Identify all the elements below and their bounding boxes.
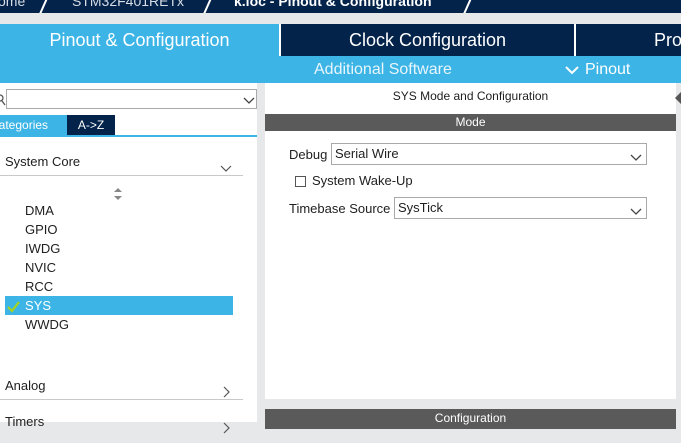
category-label: System Core bbox=[5, 154, 81, 169]
chevron-right-icon bbox=[220, 417, 232, 434]
component-list-panel: Categories A->Z System Core DMA GPIO IWD… bbox=[0, 83, 257, 434]
sort-icon[interactable] bbox=[114, 187, 122, 200]
chevron-down-icon bbox=[630, 149, 642, 161]
system-wakeup-label: System Wake-Up bbox=[312, 173, 413, 188]
category-label: Timers bbox=[5, 414, 45, 429]
sub-navigation: Additional Software Pinout bbox=[0, 56, 681, 83]
additional-software-link[interactable]: Additional Software bbox=[314, 56, 452, 83]
list-item-wwdg[interactable]: WWDG bbox=[5, 315, 233, 334]
list-item-sys[interactable]: SYS bbox=[5, 296, 233, 315]
categories-view-tab[interactable]: Categories bbox=[0, 115, 67, 135]
pinout-menu-label: Pinout bbox=[585, 61, 631, 78]
search-box bbox=[0, 89, 257, 109]
debug-label: Debug bbox=[289, 147, 328, 162]
a-z-view-tab[interactable]: A->Z bbox=[67, 115, 115, 135]
main-tabs: Pinout & Configuration Clock Configurati… bbox=[0, 24, 681, 56]
panel-title: SYS Mode and Configuration bbox=[392, 89, 549, 103]
tab-clock-configuration[interactable]: Clock Configuration bbox=[281, 24, 574, 56]
tab-project-manager[interactable]: Pro bbox=[576, 24, 681, 56]
timebase-select-value: SysTick bbox=[398, 200, 444, 215]
breadcrumb-separator-icon bbox=[462, 0, 474, 13]
category-analog[interactable]: Analog bbox=[0, 373, 243, 399]
search-input[interactable] bbox=[6, 89, 257, 109]
list-item-gpio[interactable]: GPIO bbox=[5, 220, 233, 239]
mode-section-header: Mode bbox=[265, 114, 676, 131]
category-timers[interactable]: Timers bbox=[0, 409, 243, 435]
chevron-right-icon bbox=[220, 381, 232, 398]
timebase-source-label: Timebase Source bbox=[289, 201, 391, 216]
tab-pinout-configuration[interactable]: Pinout & Configuration bbox=[0, 24, 279, 56]
breadcrumb-item-device[interactable]: STM32F401RETx bbox=[72, 0, 184, 9]
system-wakeup-checkbox[interactable] bbox=[295, 176, 306, 187]
check-icon bbox=[7, 299, 20, 313]
debug-select[interactable]: Serial Wire bbox=[331, 143, 647, 165]
panel-splitter[interactable] bbox=[257, 83, 265, 422]
mode-configuration-panel: SYS Mode and Configuration Mode Debug Se… bbox=[265, 83, 676, 399]
breadcrumb-separator-icon bbox=[38, 0, 50, 13]
category-label: Analog bbox=[5, 378, 46, 393]
list-item-iwdg[interactable]: IWDG bbox=[5, 239, 233, 258]
category-system-core[interactable]: System Core bbox=[0, 149, 243, 175]
breadcrumb-item-current[interactable]: k.ioc - Pinout & Configuration bbox=[234, 0, 432, 9]
chevron-down-icon bbox=[565, 66, 579, 75]
chevron-down-icon bbox=[220, 157, 232, 172]
scroll-up-arrow-icon[interactable] bbox=[675, 90, 681, 110]
divider bbox=[0, 175, 243, 176]
debug-select-value: Serial Wire bbox=[335, 146, 399, 161]
breadcrumb: ome STM32F401RETx k.ioc - Pinout & Confi… bbox=[0, 0, 681, 13]
breadcrumb-separator-icon bbox=[202, 0, 214, 13]
list-item-rcc[interactable]: RCC bbox=[5, 277, 233, 296]
list-item-dma[interactable]: DMA bbox=[5, 201, 233, 220]
list-item-nvic[interactable]: NVIC bbox=[5, 258, 233, 277]
timebase-source-select[interactable]: SysTick bbox=[394, 197, 647, 219]
view-tabs-underline bbox=[0, 135, 257, 137]
configuration-section-header: Configuration bbox=[265, 409, 676, 429]
chevron-down-icon[interactable] bbox=[243, 93, 255, 105]
chevron-down-icon bbox=[630, 203, 642, 215]
divider bbox=[0, 399, 243, 400]
breadcrumb-item-home[interactable]: ome bbox=[0, 0, 25, 9]
right-scrollbar[interactable] bbox=[676, 83, 681, 422]
